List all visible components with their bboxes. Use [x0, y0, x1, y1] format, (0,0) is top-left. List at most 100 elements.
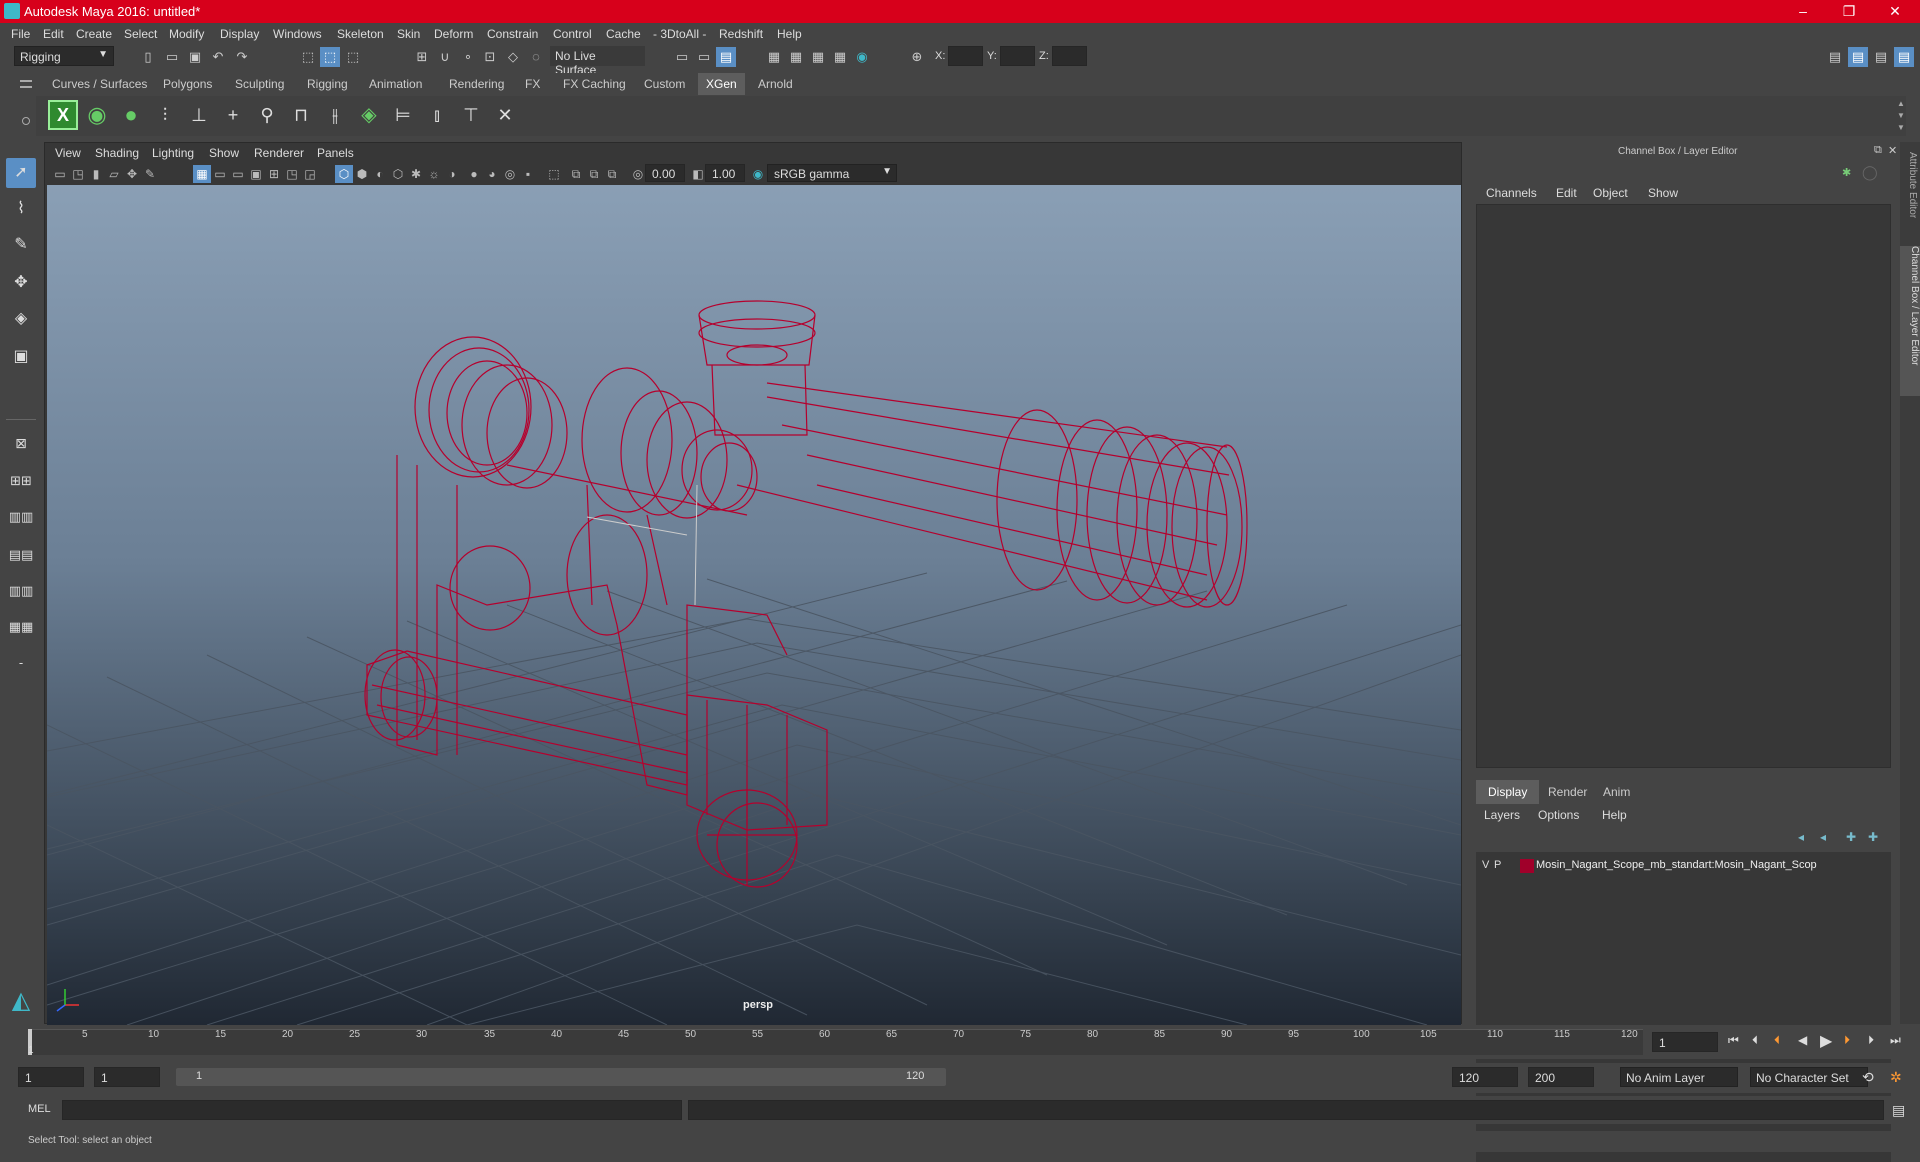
- layout-single-icon[interactable]: ⊠: [6, 428, 36, 458]
- cb-menu-show[interactable]: Show: [1648, 186, 1678, 200]
- new-layer-icon[interactable]: ✚: [1846, 830, 1856, 844]
- vp-menu-view[interactable]: View: [55, 146, 81, 160]
- playback-start-field[interactable]: 1: [94, 1067, 160, 1087]
- field-chart-icon[interactable]: ⊞: [265, 165, 283, 183]
- ipr-render-icon[interactable]: ▦: [808, 47, 828, 67]
- mode-dropdown[interactable]: Rigging ▼: [14, 46, 114, 66]
- render-view-icon[interactable]: ▦: [764, 47, 784, 67]
- layer-down-icon[interactable]: ◂: [1820, 830, 1826, 844]
- auto-key-icon[interactable]: ⟲: [1862, 1069, 1874, 1086]
- wireframe-on-shaded-icon[interactable]: ⬡: [389, 165, 407, 183]
- close-button[interactable]: ✕: [1872, 0, 1918, 23]
- menu-modify[interactable]: Modify: [169, 27, 204, 41]
- modeling-toolkit-icon[interactable]: ▤: [1825, 47, 1845, 67]
- anti-alias-icon[interactable]: ◎: [501, 165, 519, 183]
- shelf-tab-arnold[interactable]: Arnold: [750, 73, 801, 95]
- resolution-gate-icon[interactable]: ▭: [229, 165, 247, 183]
- shelf-options-icon[interactable]: [22, 117, 30, 125]
- hypershade-icon[interactable]: ◉: [852, 47, 872, 67]
- tool-settings-toggle-icon[interactable]: ▤: [1871, 47, 1891, 67]
- shadows-icon[interactable]: ◑: [443, 165, 461, 183]
- current-frame-field[interactable]: 1: [1652, 1032, 1718, 1052]
- maya-home-icon[interactable]: ◭: [6, 986, 36, 1016]
- play-forward-icon[interactable]: ▶: [1820, 1031, 1832, 1051]
- layer-menu-options[interactable]: Options: [1538, 808, 1579, 822]
- vp-menu-show[interactable]: Show: [209, 146, 239, 160]
- colorspace-dropdown[interactable]: sRGB gamma ▼: [767, 164, 897, 182]
- layer-name[interactable]: Mosin_Nagant_Scope_mb_standart:Mosin_Nag…: [1536, 859, 1817, 871]
- redo-icon[interactable]: ↷: [232, 47, 252, 67]
- construction-history-icon[interactable]: ▤: [716, 47, 736, 67]
- x-field[interactable]: [948, 46, 983, 66]
- go-to-start-icon[interactable]: ⏮: [1728, 1033, 1739, 1048]
- time-slider[interactable]: 1 5 10 15 20 25 30 35 40 45 50 55 60 65 …: [0, 1025, 1920, 1059]
- shelf-menu-icon[interactable]: [20, 80, 32, 88]
- xgen-bend-icon[interactable]: ⊨: [388, 100, 418, 130]
- menu-3dtoall[interactable]: - 3DtoAll -: [653, 27, 706, 41]
- menu-create[interactable]: Create: [76, 27, 112, 41]
- anim-prefs-icon[interactable]: ✲: [1890, 1069, 1902, 1086]
- paint-select-icon[interactable]: ✎: [6, 230, 36, 260]
- input-ops-icon[interactable]: ▭: [672, 47, 692, 67]
- shelf-tab-rendering[interactable]: Rendering: [441, 73, 512, 95]
- vp-menu-panels[interactable]: Panels: [317, 146, 354, 160]
- xgen-sculpt-icon[interactable]: ⫲: [320, 100, 350, 130]
- channel-box-prefs-icon[interactable]: ✱: [1842, 166, 1851, 179]
- two-d-pan-icon[interactable]: ✥: [123, 165, 141, 183]
- exposure-field[interactable]: 0.00: [645, 164, 685, 182]
- scale-tool-icon[interactable]: ▣: [6, 342, 36, 372]
- step-back-icon[interactable]: ⏴: [1752, 1033, 1758, 1048]
- camera-select-icon[interactable]: ▭: [51, 165, 69, 183]
- scene-start-field[interactable]: 1: [18, 1067, 84, 1087]
- layout-outliner-icon[interactable]: ▥▥: [6, 576, 36, 606]
- live-surface-field[interactable]: No Live Surface: [550, 46, 645, 77]
- isolate-select-icon[interactable]: ⬚: [545, 165, 563, 183]
- channel-box-area[interactable]: [1476, 204, 1891, 768]
- move-tool-icon[interactable]: ✥: [6, 268, 36, 298]
- play-backward-icon[interactable]: ◀: [1798, 1033, 1807, 1047]
- gate-mask-icon[interactable]: ▣: [247, 165, 265, 183]
- layer-tab-render[interactable]: Render: [1536, 780, 1599, 804]
- lasso-tool-icon[interactable]: ⌇: [6, 194, 36, 224]
- grease-pencil-icon[interactable]: ✎: [141, 165, 159, 183]
- shelf-tab-curves[interactable]: Curves / Surfaces: [44, 73, 155, 95]
- xgen-place-guide-icon[interactable]: +: [218, 100, 248, 130]
- layer-visibility-toggle[interactable]: V: [1482, 859, 1489, 871]
- shelf-tab-polygons[interactable]: Polygons: [155, 73, 220, 95]
- gamma-field[interactable]: 1.00: [705, 164, 745, 182]
- snap-surface-icon[interactable]: ◇: [503, 47, 523, 67]
- minimize-button[interactable]: –: [1780, 0, 1826, 23]
- script-language-label[interactable]: MEL: [28, 1103, 51, 1115]
- shelf-scroll-icon[interactable]: ▲ ▼ ▼: [1896, 98, 1906, 134]
- select-tool-icon[interactable]: ➚: [6, 158, 36, 188]
- shelf-tab-xgen[interactable]: XGen: [698, 73, 745, 95]
- shelf-tab-animation[interactable]: Animation: [361, 73, 430, 95]
- safe-action-icon[interactable]: ◳: [283, 165, 301, 183]
- xgen-collection-icon[interactable]: ●: [116, 100, 146, 130]
- layer-tab-display[interactable]: Display: [1476, 780, 1540, 804]
- menu-edit[interactable]: Edit: [43, 27, 64, 41]
- layout-hypershade-icon[interactable]: ▦▦: [6, 612, 36, 642]
- xgen-editor-icon[interactable]: X: [48, 100, 78, 130]
- layer-menu-help[interactable]: Help: [1602, 808, 1627, 822]
- xgen-delete-guide-icon[interactable]: ✕: [490, 100, 520, 130]
- step-back-key-icon[interactable]: ⏴: [1774, 1033, 1780, 1048]
- safe-title-icon[interactable]: ◲: [301, 165, 319, 183]
- menu-help[interactable]: Help: [777, 27, 802, 41]
- layout-custom-icon[interactable]: -: [6, 648, 36, 678]
- xgen-groom-icon[interactable]: ⫾: [422, 100, 452, 130]
- close-panel-icon[interactable]: ✕: [1888, 144, 1897, 157]
- xray-components-icon[interactable]: ⧉: [585, 165, 603, 183]
- menu-skeleton[interactable]: Skeleton: [337, 27, 384, 41]
- camera-attr-icon[interactable]: ◳: [69, 165, 87, 183]
- shelf-tab-sculpting[interactable]: Sculpting: [227, 73, 292, 95]
- render-settings-icon[interactable]: ▦: [830, 47, 850, 67]
- viewport-3d[interactable]: persp: [47, 185, 1461, 1025]
- image-plane-icon[interactable]: ▱: [105, 165, 123, 183]
- open-scene-icon[interactable]: ▭: [162, 47, 182, 67]
- menu-skin[interactable]: Skin: [397, 27, 420, 41]
- bookmark-icon[interactable]: ▮: [87, 165, 105, 183]
- xray-joints-icon[interactable]: ⧉: [567, 165, 585, 183]
- new-layer-selected-icon[interactable]: ✚: [1868, 830, 1878, 844]
- color-management-icon[interactable]: ◉: [749, 165, 767, 183]
